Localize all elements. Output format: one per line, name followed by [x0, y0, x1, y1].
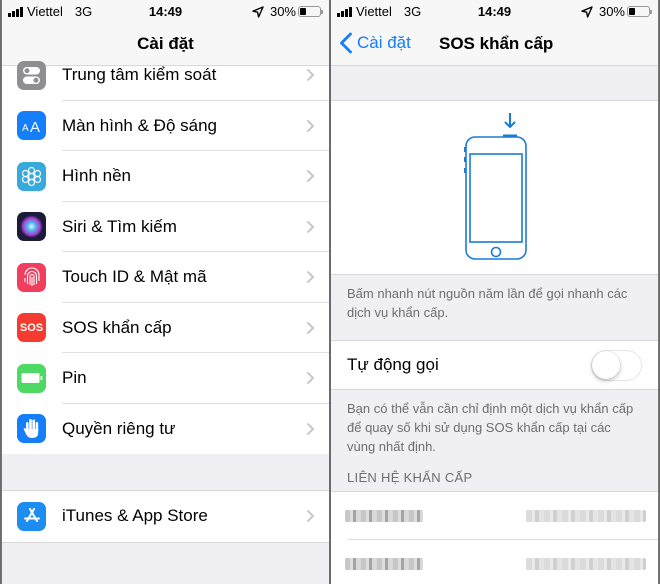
section-gap [331, 66, 658, 101]
settings-item-label: Màn hình & Độ sáng [62, 115, 217, 135]
settings-item-touch-id[interactable]: Touch ID & Mật mã [2, 252, 329, 303]
emergency-contact-row[interactable] [331, 492, 658, 540]
location-icon [581, 5, 593, 18]
sos-icon: SOS [17, 313, 46, 343]
privacy-hand-icon [17, 414, 46, 444]
chevron-right-icon [306, 220, 315, 233]
contact-phone-obscured [526, 510, 646, 522]
settings-item-display-brightness[interactable]: AA Màn hình & Độ sáng [2, 101, 329, 152]
settings-panel: Viettel 3G 14:49 30% Cài đặt Trung tâm k… [1, 0, 329, 584]
wallpaper-icon [17, 161, 46, 191]
chevron-right-icon [306, 321, 315, 334]
iphone-press-side-button-icon [464, 113, 527, 260]
nav-bar: Cài đặt SOS khẩn cấp [331, 22, 658, 66]
auto-call-label: Tự động gọi [347, 355, 439, 374]
settings-item-itunes-app-store[interactable]: iTunes & App Store [2, 491, 329, 542]
svg-text:A: A [30, 119, 40, 134]
emergency-contact-row[interactable] [331, 540, 658, 584]
settings-item-label: Quyền riêng tư [62, 418, 176, 438]
control-center-icon [17, 60, 46, 90]
chevron-right-icon [306, 119, 315, 132]
svg-text:A: A [22, 123, 29, 134]
chevron-left-icon [340, 32, 352, 54]
back-button[interactable]: Cài đặt [339, 32, 411, 54]
settings-item-battery[interactable]: Pin [2, 353, 329, 404]
section-gap [2, 454, 329, 491]
battery-percent: 30% [598, 4, 625, 19]
status-bar: Viettel 3G 14:49 30% [331, 0, 658, 22]
back-label: Cài đặt [357, 33, 411, 52]
settings-item-privacy[interactable]: Quyền riêng tư [2, 404, 329, 455]
chevron-right-icon [306, 372, 315, 385]
chevron-right-icon [306, 170, 315, 183]
contact-name-obscured [345, 558, 423, 570]
contact-name-obscured [345, 510, 423, 522]
contact-phone-obscured [526, 558, 646, 570]
siri-icon [17, 212, 46, 242]
auto-call-row: Tự động gọi [331, 341, 658, 390]
chevron-right-icon [306, 422, 315, 435]
settings-list: Trung tâm kiểm soát AA Màn hình & Độ sán… [2, 50, 329, 454]
emergency-contacts-header: LIÊN HỆ KHẨN CẤP [331, 460, 658, 492]
auto-call-note: Bạn có thể vẫn cần chỉ định một dịch vụ … [347, 401, 634, 454]
emergency-contacts-list [331, 492, 658, 584]
toggle-knob [592, 350, 620, 379]
emergency-sos-panel: Viettel 3G 14:49 30% Cài đặt SOS khẩn cấ… [331, 0, 659, 584]
battery-percent: 30% [269, 4, 296, 19]
chevron-right-icon [306, 271, 315, 284]
fingerprint-icon [17, 262, 46, 292]
app-store-icon [17, 501, 46, 531]
settings-item-wallpaper[interactable]: Hình nền [2, 151, 329, 202]
status-bar: Viettel 3G 14:49 30% [2, 0, 329, 22]
display-brightness-icon: AA [17, 111, 46, 141]
settings-item-siri-search[interactable]: Siri & Tìm kiếm [2, 202, 329, 253]
auto-call-toggle[interactable] [591, 349, 642, 381]
settings-item-label: Pin [62, 368, 87, 388]
settings-item-control-center[interactable]: Trung tâm kiểm soát [2, 50, 329, 101]
battery-app-icon [17, 363, 46, 393]
chevron-right-icon [306, 69, 315, 82]
battery-icon [627, 6, 652, 17]
settings-item-label: Touch ID & Mật mã [62, 267, 207, 287]
settings-list-store: iTunes & App Store [2, 491, 329, 543]
page-title: SOS khẩn cấp [439, 34, 554, 53]
settings-item-label: iTunes & App Store [62, 506, 208, 526]
settings-item-label: Hình nền [62, 166, 131, 186]
settings-item-label: SOS khẩn cấp [62, 317, 172, 337]
sos-instruction-note: Bấm nhanh nút nguồn năm lần để gọi nhanh… [331, 275, 658, 341]
battery-icon [298, 6, 323, 17]
settings-item-label: Siri & Tìm kiếm [62, 216, 177, 236]
settings-item-emergency-sos[interactable]: SOS SOS khẩn cấp [2, 303, 329, 354]
location-icon [252, 5, 264, 18]
settings-item-label: Trung tâm kiểm soát [62, 65, 217, 85]
side-button-illustration [331, 101, 658, 275]
chevron-right-icon [306, 510, 315, 523]
